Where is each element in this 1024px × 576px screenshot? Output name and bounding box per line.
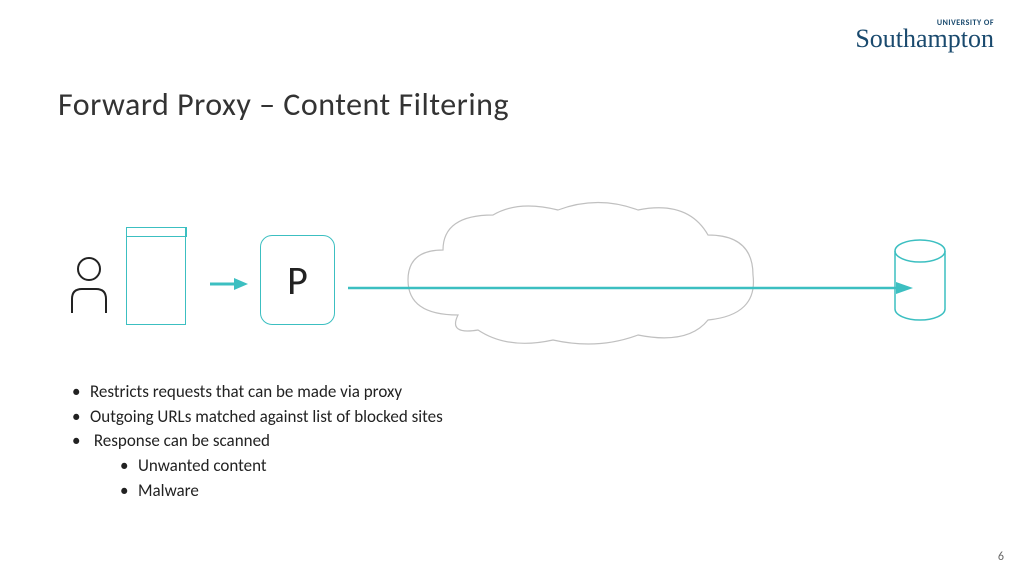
browser-window-icon [126, 227, 186, 325]
list-item: Response can be scanned Unwanted content… [72, 429, 443, 503]
list-item: Malware [120, 479, 443, 504]
slide-title: Forward Proxy – Content Filtering [58, 85, 509, 124]
list-item: Outgoing URLs matched against list of bl… [72, 405, 443, 430]
bullet-list: Restricts requests that can be made via … [72, 380, 443, 503]
proxy-diagram: P [58, 195, 958, 365]
arrow-proxy-to-server [348, 281, 913, 295]
university-logo: UNIVERSITY OF Southampton [855, 18, 994, 52]
logo-main: Southampton [855, 26, 994, 52]
page-number: 6 [998, 550, 1004, 564]
database-icon [892, 239, 948, 321]
cloud-icon [378, 195, 778, 355]
proxy-box: P [260, 235, 335, 325]
arrow-user-to-proxy [210, 277, 248, 291]
proxy-label: P [287, 256, 308, 305]
list-item: Restricts requests that can be made via … [72, 380, 443, 405]
user-icon [68, 255, 110, 315]
list-item: Unwanted content [120, 454, 443, 479]
